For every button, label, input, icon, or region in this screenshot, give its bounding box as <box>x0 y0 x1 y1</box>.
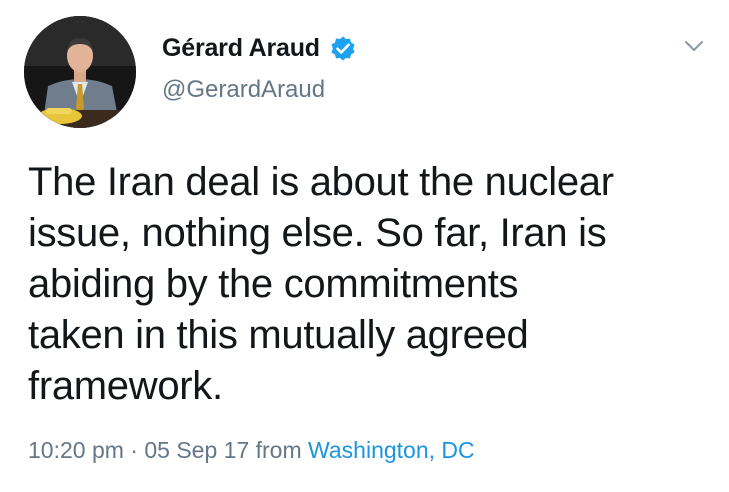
verified-badge-icon <box>329 35 357 63</box>
tweet-date[interactable]: 05 Sep 17 <box>144 437 249 463</box>
avatar[interactable] <box>24 16 136 128</box>
chevron-down-icon[interactable] <box>682 34 706 58</box>
tweet-meta: 10:20 pm · 05 Sep 17 from Washington, DC <box>28 437 475 464</box>
author-row: Gérard Araud <box>162 34 357 63</box>
from-label: from <box>249 437 309 463</box>
tweet-time[interactable]: 10:20 pm <box>28 437 124 463</box>
display-name[interactable]: Gérard Araud <box>162 34 320 63</box>
user-handle[interactable]: @GerardAraud <box>162 76 325 104</box>
tweet-card: Gérard Araud @GerardAraud The Iran deal … <box>0 0 729 492</box>
tweet-text: The Iran deal is about the nuclear issue… <box>28 160 614 408</box>
meta-separator: · <box>123 437 145 463</box>
tweet-location-link[interactable]: Washington, DC <box>308 437 475 463</box>
